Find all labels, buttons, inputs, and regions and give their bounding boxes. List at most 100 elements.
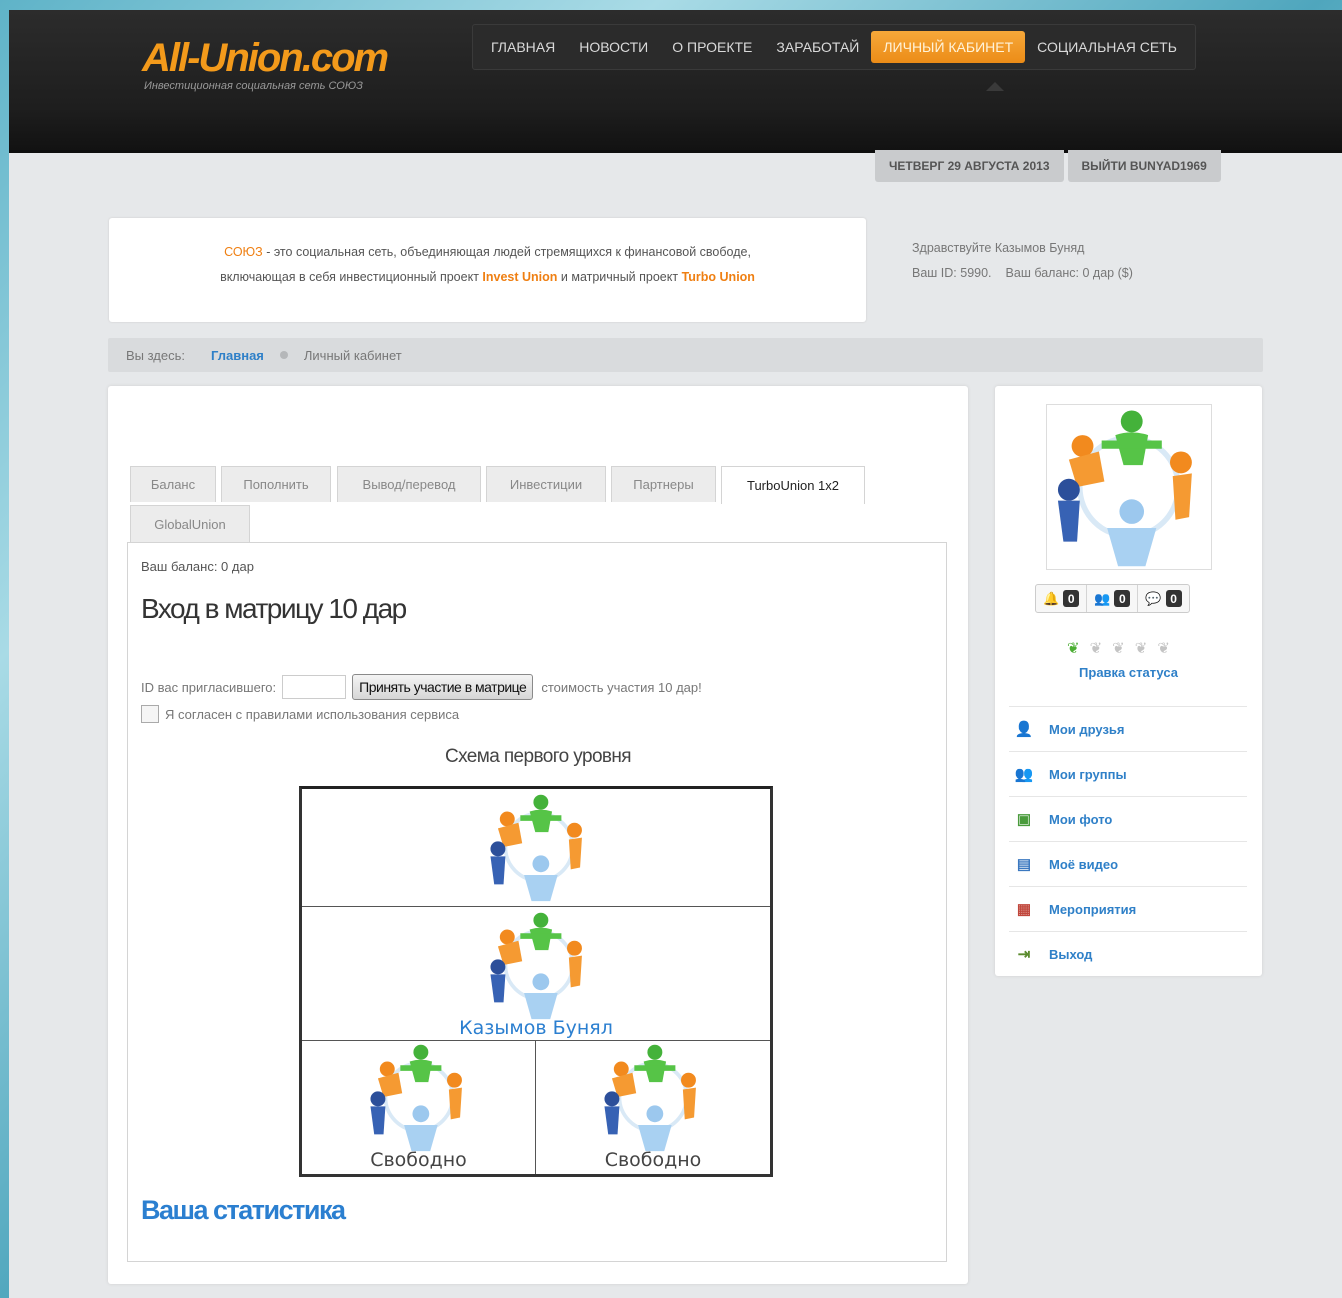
notifications-counter[interactable]: 🔔 0 — [1036, 585, 1088, 612]
nav-earn[interactable]: Заработай — [764, 31, 871, 63]
join-form: ID вас пригласившего: Принять участие в … — [141, 674, 702, 700]
main-content: Баланс Пополнить Вывод/перевод Инвестици… — [108, 386, 968, 1284]
menu-item-groups[interactable]: 👥 Мои группы — [1009, 751, 1247, 796]
intro-brand: СОЮЗ — [224, 245, 263, 259]
tab-globalunion[interactable]: GlobalUnion — [130, 505, 250, 542]
intro-text-3: и матричный проект — [557, 270, 682, 284]
nav-news[interactable]: Новости — [567, 31, 660, 63]
menu-item-events[interactable]: ▦ Мероприятия — [1009, 886, 1247, 931]
top-bar: All-Union.com Инвестиционная социальная … — [9, 10, 1342, 153]
join-matrix-button[interactable]: Принять участие в матрице — [352, 674, 534, 700]
date-bar: ЧЕТВЕРГ 29 АВГУСТА 2013 ВЫЙТИ BUNYAD1969 — [875, 150, 1221, 182]
leaf-icon: ❦ — [1067, 640, 1080, 657]
photo-icon: ▣ — [1016, 811, 1032, 828]
group-icon: 👥 — [1014, 766, 1034, 783]
intro-text-2: включающая в себя инвестиционный проект — [220, 270, 483, 284]
avatar-logo-icon — [1057, 410, 1192, 567]
user-id: Ваш ID: 5990. — [912, 266, 992, 280]
menu-item-label: Моё видео — [1049, 856, 1119, 872]
community-logo-icon — [604, 1044, 696, 1152]
nav-account[interactable]: Личный кабинет — [871, 31, 1026, 63]
matrix-slot-right-label: Свободно — [604, 1149, 702, 1171]
friends-icon: 👥 — [1094, 590, 1111, 606]
breadcrumb-label: Вы здесь: — [126, 347, 186, 363]
site-logo[interactable]: All-Union.com Инвестиционная социальная … — [142, 36, 389, 92]
referrer-id-input[interactable] — [282, 675, 347, 699]
sidebar-menu: 👤 Мои друзья 👥 Мои группы ▣ Мои фото ▤ М… — [1009, 706, 1247, 976]
invest-union-link[interactable]: Invest Union — [482, 270, 557, 284]
menu-item-photos[interactable]: ▣ Мои фото — [1009, 796, 1247, 841]
messages-counter[interactable]: 💬 0 — [1138, 585, 1188, 612]
scheme-title: Схема первого уровня — [444, 746, 632, 767]
stats-title[interactable]: Ваша статистика — [141, 1195, 346, 1226]
intro-text-1: - это социальная сеть, объединяющая люде… — [262, 245, 751, 259]
menu-item-label: Мои группы — [1049, 766, 1127, 782]
agree-label: Я согласен с правилами использования сер… — [165, 706, 460, 722]
calendar-icon: ▦ — [1016, 901, 1032, 918]
nav-social[interactable]: Социальная сеть — [1025, 31, 1189, 63]
main-nav: Главная Новости О проекте Заработай Личн… — [472, 24, 1196, 70]
panel-balance: Ваш баланс: 0 дар — [141, 559, 254, 574]
bell-icon: 🔔 — [1043, 590, 1060, 606]
community-logo-icon — [370, 1044, 462, 1152]
menu-item-label: Мои фото — [1049, 811, 1113, 827]
matrix-slot-left: Свободно — [302, 1041, 536, 1174]
friend-requests-count: 0 — [1114, 590, 1131, 607]
matrix-title: Вход в матрицу 10 дар — [141, 593, 407, 624]
logo-subtitle: Инвестиционная социальная сеть СОЮЗ — [144, 80, 363, 92]
agree-checkbox[interactable] — [141, 705, 159, 723]
matrix-owner-name[interactable]: Казымов Бунял — [302, 1017, 770, 1039]
video-icon: ▤ — [1016, 856, 1032, 873]
tab-withdraw[interactable]: Вывод/перевод — [337, 466, 481, 502]
matrix-slot-right: Свободно — [536, 1041, 770, 1174]
avatar[interactable] — [1046, 404, 1212, 570]
community-logo-icon — [490, 794, 582, 902]
intro-box: СОЮЗ - это социальная сеть, объединяющая… — [109, 218, 866, 322]
tab-investments[interactable]: Инвестиции — [486, 466, 606, 502]
nav-caret — [986, 82, 1004, 91]
referrer-label: ID вас пригласившего: — [141, 679, 277, 695]
notification-counters: 🔔 0 👥 0 💬 0 — [1035, 584, 1190, 613]
page: All-Union.com Инвестиционная социальная … — [9, 10, 1342, 1298]
nav-home[interactable]: Главная — [479, 31, 567, 63]
exit-icon: ⇥ — [1017, 946, 1031, 963]
matrix-scheme: Казымов Бунял Свободно Свободно — [299, 786, 773, 1177]
leaf-icon: ❦ — [1112, 640, 1125, 657]
intro-text: СОЮЗ - это социальная сеть, объединяющая… — [109, 218, 866, 290]
menu-item-friends[interactable]: 👤 Мои друзья — [1009, 706, 1247, 751]
tab-balance[interactable]: Баланс — [130, 466, 216, 502]
user-balance: Ваш баланс: 0 дар ($) — [1005, 266, 1133, 280]
tab-panel: Ваш баланс: 0 дар Вход в матрицу 10 дар … — [127, 542, 947, 1262]
tab-partners[interactable]: Партнеры — [611, 466, 716, 502]
messages-icon: 💬 — [1145, 590, 1162, 606]
nav-about[interactable]: О проекте — [660, 31, 764, 63]
breadcrumb-separator — [279, 351, 288, 359]
messages-count: 0 — [1165, 590, 1182, 607]
greeting-hello: Здравствуйте Казымов Буняд — [912, 241, 1085, 255]
leaf-icon: ❦ — [1134, 640, 1148, 657]
user-greeting: Здравствуйте Казымов Буняд Ваш ID: 5990.… — [912, 236, 1147, 286]
current-date: ЧЕТВЕРГ 29 АВГУСТА 2013 — [875, 150, 1064, 182]
menu-item-label: Мои друзья — [1049, 721, 1125, 737]
tab-turbounion[interactable]: TurboUnion 1x2 — [721, 466, 865, 504]
logout-button[interactable]: ВЫЙТИ BUNYAD1969 — [1067, 150, 1221, 182]
matrix-slot-left-label: Свободно — [370, 1149, 467, 1171]
participation-cost: стоимость участия 10 дар! — [541, 679, 702, 695]
people-circle — [490, 794, 582, 902]
edit-status-link[interactable]: Правка статуса — [995, 665, 1262, 680]
menu-item-label: Выход — [1049, 946, 1093, 962]
leaf-icon: ❦ — [1089, 640, 1103, 657]
menu-item-label: Мероприятия — [1049, 901, 1137, 917]
friend-requests-counter[interactable]: 👥 0 — [1087, 585, 1139, 612]
breadcrumb: Вы здесь: Главная Личный кабинет — [108, 338, 1263, 372]
breadcrumb-current: Личный кабинет — [303, 347, 402, 363]
agree-row: Я согласен с правилами использования сер… — [141, 705, 459, 723]
breadcrumb-home[interactable]: Главная — [211, 348, 264, 363]
notifications-count: 0 — [1063, 590, 1080, 607]
menu-item-logout[interactable]: ⇥ Выход — [1009, 931, 1247, 976]
turbo-union-link[interactable]: Turbo Union — [682, 270, 755, 284]
menu-item-video[interactable]: ▤ Моё видео — [1009, 841, 1247, 886]
matrix-slot-top — [302, 789, 770, 907]
community-logo-icon — [490, 912, 582, 1020]
tab-deposit[interactable]: Пополнить — [221, 466, 331, 502]
